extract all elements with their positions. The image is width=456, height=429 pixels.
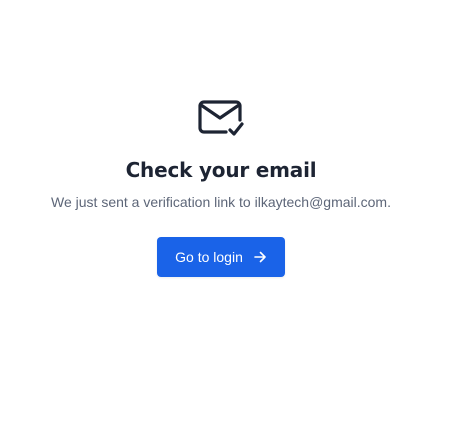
message-suffix: .	[387, 194, 391, 210]
go-to-login-label: Go to login	[175, 249, 243, 265]
email-verification-page: Check your email We just sent a verifica…	[0, 0, 456, 429]
message-prefix: We just sent a verification link to	[51, 194, 255, 210]
verification-content: Check your email We just sent a verifica…	[0, 100, 442, 277]
email-address: ilkaytech@gmail.com	[254, 194, 388, 210]
page-title: Check your email	[125, 158, 317, 182]
verification-message: We just sent a verification link to ilka…	[51, 193, 391, 211]
mail-check-icon	[198, 100, 244, 136]
go-to-login-button[interactable]: Go to login	[157, 237, 285, 277]
arrow-right-icon	[254, 251, 266, 263]
